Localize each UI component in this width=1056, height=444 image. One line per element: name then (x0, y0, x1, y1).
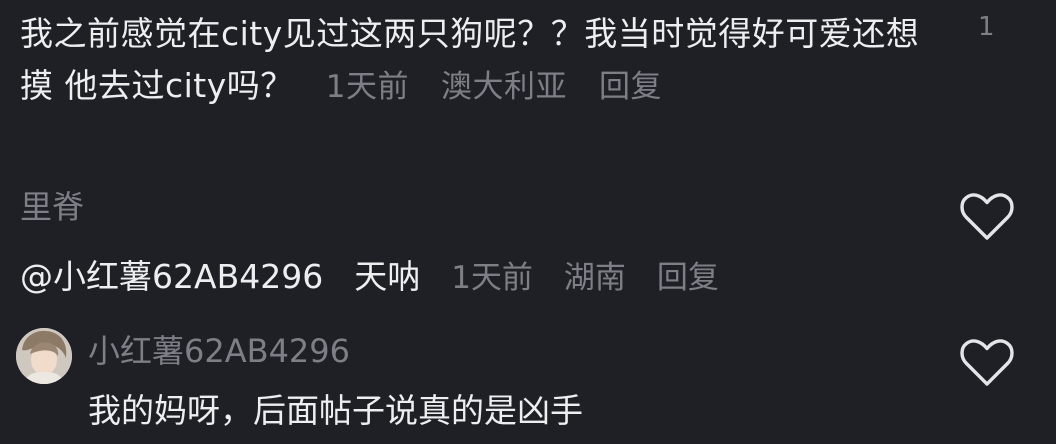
comment-1-reply[interactable]: @小红薯62AB4296 天呐 1天前 湖南 回复 (20, 250, 719, 298)
top-comment[interactable]: 我之前感觉在city见过这两只狗呢？？我当时觉得好可爱还想摸 他去过city吗？… (20, 8, 920, 113)
top-comment-location: 澳大利亚 (441, 69, 568, 105)
comment-1-username[interactable]: 里脊 (20, 182, 84, 228)
heart-outline-icon[interactable] (959, 338, 1015, 388)
top-comment-like-count: 1 (978, 12, 995, 42)
comment-1-reply-button[interactable]: 回复 (657, 260, 719, 296)
comment-1-text: 天呐 (354, 257, 421, 296)
comment-2-text: 我的妈呀，后面帖子说真的是凶手 (88, 391, 583, 430)
top-comment-time: 1天前 (325, 69, 410, 105)
avatar[interactable] (16, 328, 72, 384)
comment-1-mention[interactable]: @小红薯62AB4296 (20, 257, 323, 296)
comment-1-time: 1天前 (451, 260, 533, 296)
comment-1-location: 湖南 (563, 260, 626, 296)
heart-outline-icon[interactable] (959, 192, 1015, 242)
avatar-photo (16, 328, 72, 384)
comment-2-username[interactable]: 小红薯62AB4296 (88, 326, 350, 372)
top-comment-reply-button[interactable]: 回复 (599, 69, 662, 105)
